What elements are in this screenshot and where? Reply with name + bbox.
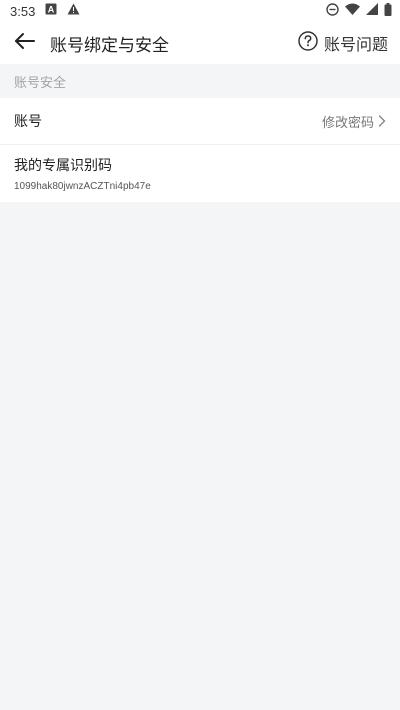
- section-title-account-security: 账号安全: [0, 64, 400, 98]
- identifier-value: 1099hak80jwnzACZTni4pb47e: [14, 181, 151, 192]
- back-arrow-icon: [14, 32, 36, 54]
- account-row[interactable]: 账号 修改密码: [0, 98, 400, 145]
- battery-icon: [384, 2, 392, 20]
- app-header: 账号绑定与安全 账号问题: [0, 22, 400, 64]
- change-password-label: 修改密码: [321, 115, 374, 131]
- a-notification-icon: A: [45, 3, 57, 19]
- account-issue-button[interactable]: 账号问题: [298, 22, 388, 64]
- status-bar: 3:53 A: [0, 0, 400, 22]
- empty-content-area: [0, 202, 400, 708]
- identifier-row-label: 我的专属识别码: [14, 158, 112, 174]
- change-password-button[interactable]: 修改密码: [322, 98, 386, 144]
- account-issue-label: 账号问题: [323, 35, 388, 54]
- status-left: 3:53 A: [10, 3, 80, 19]
- page-title: 账号绑定与安全: [50, 35, 169, 56]
- chevron-right-icon: [378, 112, 386, 131]
- warning-icon: [67, 3, 80, 19]
- account-row-label: 账号: [14, 114, 42, 130]
- status-time: 3:53: [10, 3, 36, 19]
- question-circle-icon: [298, 31, 318, 55]
- wifi-icon: [345, 3, 360, 19]
- signal-icon: [366, 3, 378, 19]
- status-right: [326, 0, 392, 22]
- svg-text:A: A: [48, 5, 55, 15]
- identifier-row: 我的专属识别码 1099hak80jwnzACZTni4pb47e: [0, 145, 400, 202]
- back-button[interactable]: [2, 22, 48, 64]
- do-not-disturb-icon: [326, 2, 339, 20]
- settings-card: 账号 修改密码 我的专属识别码 1099hak80jwnzACZTni4pb47…: [0, 98, 400, 202]
